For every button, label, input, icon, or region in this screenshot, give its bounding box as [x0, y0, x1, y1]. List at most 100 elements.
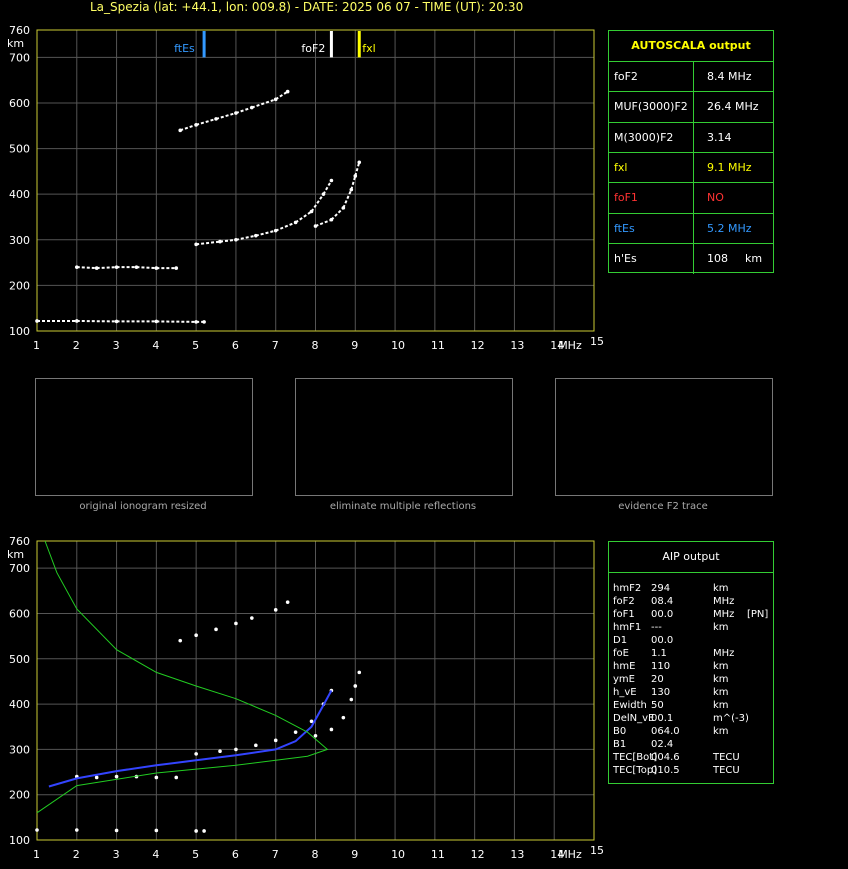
- trace-segment: [235, 106, 253, 114]
- x-tick-label: 10: [391, 848, 405, 861]
- echo-point: [194, 633, 198, 638]
- autoscala-param-value: 5.2 MHz: [707, 221, 752, 235]
- aip-row: B1 02.4: [613, 738, 769, 751]
- echo-point: [154, 775, 159, 780]
- x-tick-label: 12: [471, 339, 485, 352]
- autoscala-param-name: foF2: [614, 70, 638, 83]
- aip-row: foF1 00.0 MHz [PN]: [613, 608, 769, 621]
- aip-value: 00.1: [651, 713, 674, 724]
- x-tick-label: 8: [312, 339, 319, 352]
- aip-row: DelN_vE 00.1 m^(-3): [613, 712, 769, 725]
- trace-segment: [275, 90, 289, 101]
- trace-segment: [196, 240, 221, 246]
- trace-segment: [255, 229, 276, 237]
- x-tick-label: 1: [33, 339, 40, 352]
- echo-point: [293, 730, 298, 734]
- aip-name: B1: [613, 739, 627, 750]
- thumb-eliminate: [295, 378, 513, 496]
- echo-point: [250, 616, 254, 620]
- x-unit-label: MHz: [558, 339, 582, 352]
- x-tick-label: 9: [351, 848, 358, 861]
- trace-segment: [342, 189, 353, 209]
- y-unit-label: km: [7, 548, 24, 561]
- x-tick-label: 15: [590, 335, 604, 348]
- aip-unit: km: [713, 583, 729, 594]
- echo-point: [234, 747, 238, 752]
- aip-unit: km: [713, 687, 729, 698]
- autoscala-row: fxl 9.1 MHz: [609, 151, 773, 183]
- aip-value: 130: [651, 687, 671, 698]
- aip-row: hmE 110 km: [613, 660, 769, 673]
- y-tick-label: 200: [9, 789, 30, 802]
- x-tick-label: 13: [510, 339, 524, 352]
- echo-point: [273, 608, 278, 612]
- aip-unit: TECU: [713, 752, 740, 763]
- autoscala-header: AUTOSCALA output: [631, 39, 751, 52]
- echo-point: [313, 734, 318, 738]
- y-tick-label: 100: [9, 325, 30, 338]
- y-tick-label: 700: [9, 562, 30, 575]
- x-tick-label: 7: [272, 848, 279, 861]
- y-tick-label: 300: [9, 234, 30, 247]
- aip-unit: MHz: [713, 596, 735, 607]
- aip-value: 02.4: [651, 739, 674, 750]
- trace-segment: [195, 117, 217, 126]
- x-tick-label: 1: [33, 848, 40, 861]
- trace-segment: [76, 266, 97, 270]
- thumb-evidence: [555, 378, 773, 496]
- autoscala-param-unit: km: [745, 251, 763, 265]
- x-tick-label: 2: [73, 339, 80, 352]
- caption-eliminate: eliminate multiple reflections: [329, 501, 477, 512]
- y-tick-label: 760: [9, 24, 30, 37]
- caption-evidence: evidence F2 trace: [618, 501, 708, 512]
- autoscala-row: MUF(3000)F2 26.4 MHz: [609, 91, 773, 123]
- x-tick-label: 3: [113, 848, 120, 861]
- echo-point: [273, 738, 278, 743]
- aip-unit: km: [713, 622, 729, 633]
- aip-header: AIP output: [609, 542, 773, 573]
- autoscala-divider: [693, 213, 694, 244]
- autoscala-param-value: 108: [707, 251, 728, 265]
- echo-point: [234, 621, 238, 626]
- aip-row: Ewidth 50 km: [613, 699, 769, 712]
- aip-model-line: [36, 540, 329, 814]
- autoscala-divider: [693, 122, 694, 153]
- echo-point: [285, 600, 290, 604]
- autoscala-param-value: 9.1 MHz: [707, 160, 752, 174]
- trace-segment: [179, 123, 197, 132]
- echo-point: [194, 752, 198, 756]
- aip-name: DelN_vE: [613, 713, 655, 724]
- trace-segment: [330, 207, 345, 221]
- x-tick-label: 11: [431, 848, 445, 861]
- thumb-original: [35, 378, 253, 496]
- autoscala-divider: [693, 183, 694, 214]
- trace-segment: [322, 179, 333, 195]
- marker-label-fof2: foF2: [301, 42, 325, 55]
- autoscala-row: foF1 NO: [609, 182, 773, 214]
- autoscala-divider: [693, 152, 694, 183]
- trace-segment: [310, 193, 325, 213]
- echo-point: [114, 828, 119, 833]
- autoscala-param-name: fxl: [614, 160, 628, 174]
- y-tick-label: 600: [9, 607, 30, 620]
- aip-name: B0: [613, 726, 627, 737]
- echo-point: [353, 684, 358, 688]
- aip-extra: [PN]: [747, 609, 769, 620]
- trace-segment: [235, 234, 257, 241]
- aip-name: foE: [613, 648, 629, 659]
- aip-value: 294: [651, 583, 671, 594]
- aip-unit: MHz: [713, 609, 735, 620]
- aip-panel: AIP output hmF2 294 km foF2 08.4 MHz foF1 00.0 M…: [608, 541, 774, 784]
- y-unit-label: km: [7, 37, 24, 50]
- x-tick-label: 6: [232, 339, 239, 352]
- trace-segment: [96, 266, 117, 270]
- aip-unit: TECU: [713, 765, 740, 776]
- autoscala-param-name: ftEs: [614, 221, 635, 235]
- y-tick-label: 600: [9, 97, 30, 110]
- x-tick-label: 15: [590, 844, 604, 857]
- aip-unit: km: [713, 700, 729, 711]
- aip-row: B0 064.0 km: [613, 725, 769, 738]
- echo-point: [194, 829, 198, 833]
- echo-point: [202, 829, 206, 833]
- x-tick-label: 9: [351, 339, 358, 352]
